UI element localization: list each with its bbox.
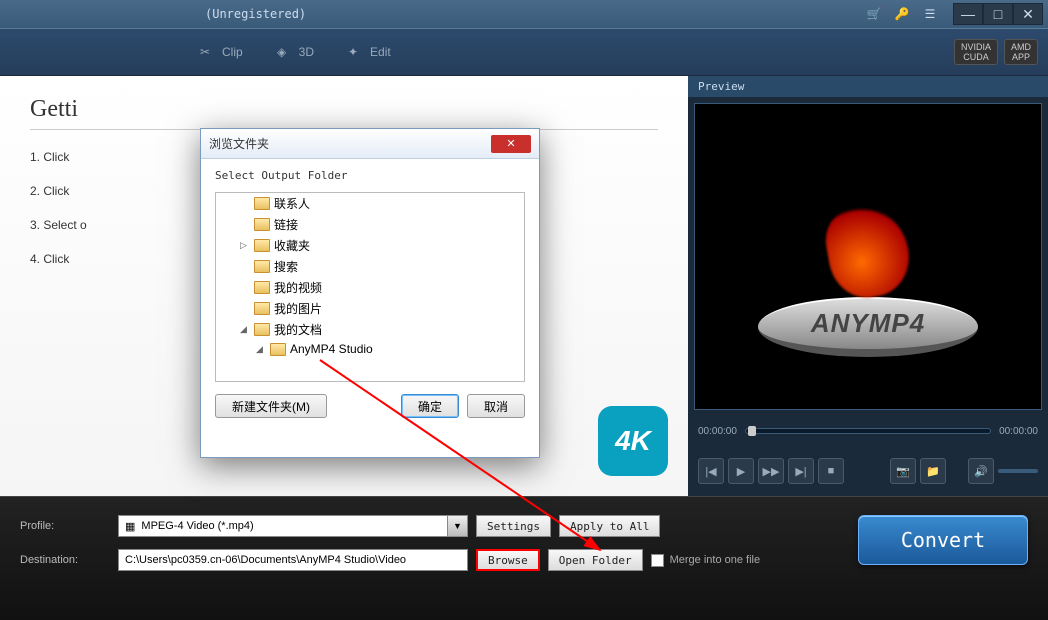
preview-label: Preview bbox=[688, 76, 1048, 97]
prev-button[interactable]: |◀ bbox=[698, 458, 724, 484]
edit-label: Edit bbox=[370, 45, 391, 59]
folder-icon bbox=[254, 302, 270, 315]
folder-icon bbox=[270, 343, 286, 356]
wand-icon: ✦ bbox=[342, 41, 364, 63]
destination-value: C:\Users\pc0359.cn-06\Documents\AnyMP4 S… bbox=[125, 554, 406, 566]
tree-item-label: 我的视频 bbox=[274, 279, 322, 296]
close-button[interactable]: ✕ bbox=[1013, 3, 1043, 25]
folder-icon bbox=[254, 260, 270, 273]
merge-label: Merge into one file bbox=[670, 554, 761, 566]
tree-item[interactable]: 我的图片 bbox=[216, 298, 524, 319]
tree-item-label: 收藏夹 bbox=[274, 237, 310, 254]
apply-all-button[interactable]: Apply to All bbox=[559, 515, 660, 537]
volume-slider[interactable] bbox=[998, 469, 1038, 473]
toolbar: ✂ Clip ◈ 3D ✦ Edit NVIDIACUDA AMDAPP bbox=[0, 28, 1048, 76]
key-icon[interactable]: 🔑 bbox=[889, 3, 915, 25]
dialog-subtitle: Select Output Folder bbox=[201, 159, 539, 192]
seek-bar[interactable] bbox=[745, 428, 991, 434]
play-button[interactable]: ▶ bbox=[728, 458, 754, 484]
time-start: 00:00:00 bbox=[698, 426, 737, 437]
preview-pane: Preview ANYMP4 00:00:00 00:00:00 |◀ ▶ ▶▶… bbox=[688, 76, 1048, 496]
next-button[interactable]: ▶▶ bbox=[758, 458, 784, 484]
tree-item-label: AnyMP4 Studio bbox=[290, 342, 373, 356]
anymp4-logo: ANYMP4 bbox=[758, 297, 978, 357]
profile-value: MPEG-4 Video (*.mp4) bbox=[141, 520, 253, 532]
new-folder-button[interactable]: 新建文件夹(M) bbox=[215, 394, 327, 418]
tree-item[interactable]: 我的视频 bbox=[216, 277, 524, 298]
snapshot-button[interactable]: 📷 bbox=[890, 458, 916, 484]
folder-icon bbox=[254, 239, 270, 252]
time-end: 00:00:00 bbox=[999, 426, 1038, 437]
folder-icon bbox=[254, 197, 270, 210]
ok-button[interactable]: 确定 bbox=[401, 394, 459, 418]
folder-tree[interactable]: 联系人链接 ▷ 收藏夹搜索我的视频我的图片 ◢ 我的文档 ◢ AnyMP4 Studio bbox=[215, 192, 525, 382]
chevron-down-icon[interactable]: ▼ bbox=[447, 516, 467, 536]
destination-field[interactable]: C:\Users\pc0359.cn-06\Documents\AnyMP4 S… bbox=[118, 549, 468, 571]
3d-label: 3D bbox=[299, 45, 314, 59]
browse-button[interactable]: Browse bbox=[476, 549, 540, 571]
tree-item-label: 链接 bbox=[274, 216, 298, 233]
tree-item-label: 联系人 bbox=[274, 195, 310, 212]
volume-button[interactable]: 🔊 bbox=[968, 458, 994, 484]
3d-button[interactable]: ◈ 3D bbox=[257, 41, 328, 63]
expander-icon[interactable]: ◢ bbox=[240, 324, 250, 335]
window-title: (Unregistered) bbox=[5, 7, 861, 21]
tree-item-label: 我的图片 bbox=[274, 300, 322, 317]
menu-icon[interactable]: ☰ bbox=[917, 3, 943, 25]
bottom-bar: Profile: ▦ MPEG-4 Video (*.mp4) ▼ Settin… bbox=[0, 496, 1048, 620]
flame-icon bbox=[821, 200, 915, 303]
expander-icon[interactable]: ▷ bbox=[240, 240, 250, 251]
edit-button[interactable]: ✦ Edit bbox=[328, 41, 405, 63]
cuda-badge: NVIDIACUDA bbox=[954, 39, 998, 65]
amd-badge: AMDAPP bbox=[1004, 39, 1038, 65]
clip-button[interactable]: ✂ Clip bbox=[180, 41, 257, 63]
folder-icon bbox=[254, 218, 270, 231]
tree-item[interactable]: ◢ 我的文档 bbox=[216, 319, 524, 340]
clip-icon: ✂ bbox=[194, 41, 216, 63]
minimize-button[interactable]: — bbox=[953, 3, 983, 25]
page-title: Getti bbox=[30, 96, 658, 130]
merge-checkbox[interactable] bbox=[651, 554, 664, 567]
tree-item-label: 我的文档 bbox=[274, 321, 322, 338]
clip-label: Clip bbox=[222, 45, 243, 59]
dialog-close-button[interactable]: ✕ bbox=[491, 135, 531, 153]
destination-label: Destination: bbox=[20, 554, 110, 566]
profile-combo[interactable]: ▦ MPEG-4 Video (*.mp4) ▼ bbox=[118, 515, 468, 537]
cart-icon[interactable]: 🛒 bbox=[861, 3, 887, 25]
browse-folder-dialog: 浏览文件夹 ✕ Select Output Folder 联系人链接 ▷ 收藏夹搜索… bbox=[200, 128, 540, 458]
folder-icon bbox=[254, 281, 270, 294]
tree-item[interactable]: 链接 bbox=[216, 214, 524, 235]
folder-button[interactable]: 📁 bbox=[920, 458, 946, 484]
profile-label: Profile: bbox=[20, 520, 110, 532]
end-button[interactable]: ▶| bbox=[788, 458, 814, 484]
tree-item[interactable]: 联系人 bbox=[216, 193, 524, 214]
4k-logo: 4K bbox=[598, 406, 668, 476]
maximize-button[interactable]: □ bbox=[983, 3, 1013, 25]
cancel-button[interactable]: 取消 bbox=[467, 394, 525, 418]
expander-icon[interactable]: ◢ bbox=[256, 344, 266, 355]
open-folder-button[interactable]: Open Folder bbox=[548, 549, 643, 571]
dialog-title: 浏览文件夹 bbox=[209, 135, 491, 152]
tree-item-label: 搜索 bbox=[274, 258, 298, 275]
tree-item[interactable]: ▷ 收藏夹 bbox=[216, 235, 524, 256]
tree-item[interactable]: ◢ AnyMP4 Studio bbox=[216, 340, 524, 358]
stop-button[interactable]: ■ bbox=[818, 458, 844, 484]
cube-icon: ◈ bbox=[271, 41, 293, 63]
folder-icon bbox=[254, 323, 270, 336]
tree-item[interactable]: 搜索 bbox=[216, 256, 524, 277]
settings-button[interactable]: Settings bbox=[476, 515, 551, 537]
title-bar: (Unregistered) 🛒 🔑 ☰ — □ ✕ bbox=[0, 0, 1048, 28]
preview-area: ANYMP4 bbox=[694, 103, 1042, 410]
convert-button[interactable]: Convert bbox=[858, 515, 1028, 565]
